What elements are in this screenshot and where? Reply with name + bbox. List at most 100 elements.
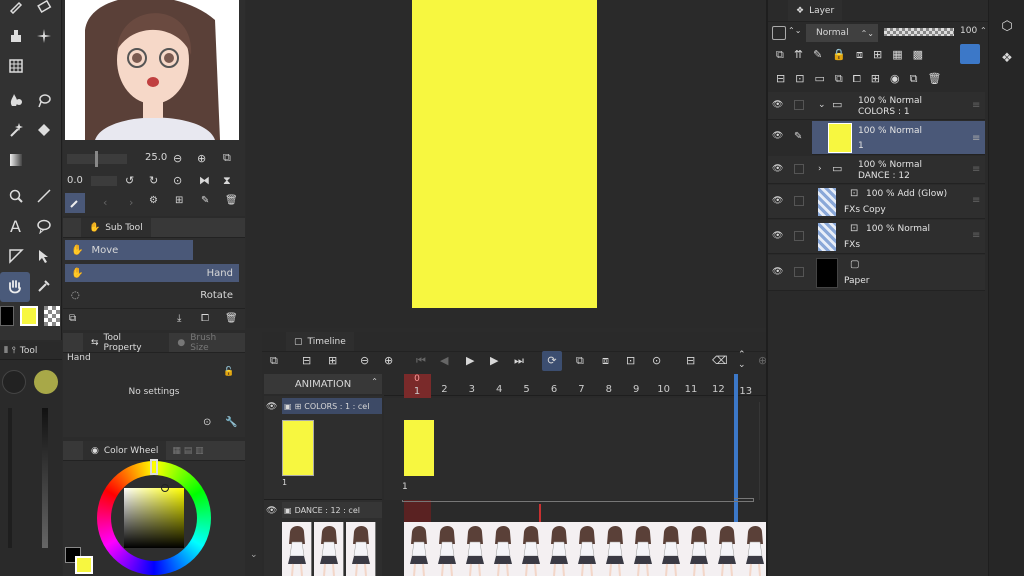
colors-track-label-bar[interactable]: ▣ ⊞ COLORS : 1 : cel (282, 398, 382, 414)
new-timeline-icon[interactable]: ⧉ (270, 354, 278, 368)
prev-arrow-icon[interactable]: ‹ (103, 196, 107, 209)
layer-edit-target[interactable] (794, 231, 804, 241)
trash-icon[interactable]: 🗑 (225, 195, 238, 206)
frame-number-7[interactable]: 7 (567, 384, 595, 395)
frame-number-5[interactable]: 5 (513, 384, 541, 395)
layer-visibility-icon[interactable]: 👁 (772, 196, 783, 206)
fill-tool-icon[interactable] (2, 22, 30, 50)
timeline-collapse-icon[interactable]: ⌄ (250, 550, 258, 560)
lock-icon[interactable]: 🔓 (223, 367, 234, 377)
blend-tool-icon[interactable] (2, 86, 30, 114)
eyedropper-icon[interactable] (30, 272, 58, 300)
frame-number-1[interactable]: 1 (403, 386, 431, 397)
dance-cel-thumbnail[interactable] (712, 522, 742, 576)
dance-cel-thumbnail[interactable] (544, 522, 574, 576)
black-swatch[interactable] (0, 306, 14, 326)
dance-cel-thumbnail[interactable] (346, 522, 376, 576)
gradient-tool-icon[interactable] (2, 146, 30, 174)
next-frame-icon[interactable]: ▶ (490, 354, 498, 367)
zoom-slider[interactable] (67, 151, 127, 167)
paint-bucket-icon[interactable] (30, 116, 58, 144)
frame-number-8[interactable]: 8 (595, 384, 623, 395)
layer-lock-icon[interactable]: 🔒 (832, 48, 856, 61)
layer-edit-target[interactable] (794, 164, 804, 174)
layer-edit-target[interactable] (794, 267, 804, 277)
material-panel-icon[interactable]: ⬡ (995, 14, 1019, 38)
colors-visibility-icon[interactable]: 👁 (266, 402, 277, 412)
zoom-out-icon[interactable]: ⊖ (173, 152, 182, 165)
new-cel-icon[interactable]: ⧉ (576, 354, 584, 368)
layer-pattern-icon[interactable]: ▩ (913, 48, 933, 61)
layer-panel-icon[interactable]: ❖ (995, 46, 1019, 70)
frame-number-6[interactable]: 6 (540, 384, 568, 395)
delete-cel-icon[interactable]: ⌫ (712, 354, 728, 367)
first-frame-icon[interactable]: ⏮ (416, 354, 426, 368)
sub-tool-group-move[interactable]: ✋ Move (65, 240, 193, 260)
layer-visibility-icon[interactable]: 👁 (772, 131, 783, 141)
dance-cel-thumbnail[interactable] (488, 522, 518, 576)
dance-cel-thumbnail[interactable] (314, 522, 344, 576)
rotation-slider[interactable] (91, 176, 117, 186)
sub-tool-menu-icon[interactable]: ⧉ (69, 313, 76, 324)
layer-tab-label[interactable]: Layer (809, 6, 834, 16)
frame-tool-icon[interactable] (2, 242, 30, 270)
colors-cel-frame-1[interactable] (404, 420, 434, 476)
layer-row-fxs-copy[interactable]: 👁 ⊡ 100 % Add (Glow) FXs Copy ≡ (768, 185, 985, 219)
dance-cel-thumbnail[interactable] (572, 522, 602, 576)
sub-eyedropper-icon[interactable] (65, 193, 85, 213)
reset-property-icon[interactable]: ⊙ (203, 417, 211, 428)
frame-number-2[interactable]: 2 (430, 384, 458, 395)
color-wheel-tab-label[interactable]: Color Wheel (104, 446, 159, 456)
new-vector-layer-icon[interactable]: ⊡ (795, 72, 814, 85)
light-table-icon[interactable]: ⊙ (652, 354, 661, 367)
layer-list-empty-area[interactable] (768, 292, 986, 576)
layer-drag-handle[interactable]: ≡ (972, 195, 980, 206)
canvas-area[interactable] (246, 0, 766, 328)
sub-tool-tab-label[interactable]: Sub Tool (105, 223, 142, 233)
frame-number-9[interactable]: 9 (622, 384, 650, 395)
loop-icon[interactable]: ⟳ (542, 351, 562, 371)
folder-expand-icon[interactable]: › (818, 164, 822, 174)
animation-track-select[interactable]: ANIMATION ⌃ (264, 374, 382, 394)
operation-tool-icon[interactable] (30, 242, 58, 270)
merge-icon[interactable]: ⊞ (871, 72, 890, 85)
opacity-slider-track[interactable] (884, 28, 954, 36)
layer-mode-checkbox[interactable] (772, 26, 786, 40)
opacity-slider[interactable] (42, 408, 48, 548)
layer-draft-icon[interactable]: ✎ (813, 48, 832, 61)
layer-drag-handle[interactable]: ≡ (972, 100, 980, 111)
frame-number-3[interactable]: 3 (458, 384, 486, 395)
tool-strip-tab-label[interactable]: Tool (20, 346, 37, 356)
main-color-chip[interactable] (75, 556, 93, 574)
layer-lock-alpha-icon[interactable]: ⧈ (856, 48, 873, 61)
fit-icon[interactable]: ⧉ (223, 151, 231, 165)
layer-drag-handle[interactable]: ≡ (972, 133, 980, 144)
hue-handle[interactable] (150, 459, 158, 475)
eraser-tool-icon[interactable] (30, 0, 58, 20)
sync-icon[interactable]: ⊟ (686, 354, 695, 367)
blend-mode-select[interactable]: Normal ⌃⌄ (806, 24, 878, 42)
opacity-spinner-icon[interactable]: ⌃ (980, 26, 987, 35)
edit-icon[interactable]: ✎ (201, 195, 209, 206)
dance-visibility-icon[interactable]: 👁 (266, 506, 277, 516)
balloon-tool-icon[interactable] (30, 212, 58, 240)
dance-cel-thumbnail[interactable] (404, 522, 434, 576)
layer-row-paper[interactable]: 👁 ▢ Paper (768, 255, 985, 291)
layer-mask-icon[interactable]: ⊞ (873, 48, 892, 61)
layer-color-icon[interactable]: ▦ (892, 48, 912, 61)
layer-visibility-icon[interactable]: 👁 (772, 164, 783, 174)
wrench-icon[interactable]: 🔧 (225, 417, 237, 428)
colors-track-body[interactable] (384, 398, 734, 500)
flip-horizontal-icon[interactable]: ⧓ (199, 174, 210, 187)
line-tool-icon[interactable] (30, 182, 58, 210)
transparent-swatch[interactable] (44, 306, 60, 326)
layer-ref-icon[interactable]: ⇈ (794, 48, 813, 61)
timeline-tab-label[interactable]: Timeline (308, 337, 346, 347)
dance-cel-thumbnail[interactable] (628, 522, 658, 576)
sub-tool-delete-icon[interactable]: 🗑 (225, 313, 238, 324)
dance-cel-thumbnail[interactable] (432, 522, 462, 576)
small-dot-preset[interactable] (2, 370, 26, 394)
next-arrow-icon[interactable]: › (129, 196, 133, 209)
hand-tool-icon[interactable] (0, 272, 30, 302)
new-folder-icon[interactable]: ▭ (814, 72, 834, 85)
